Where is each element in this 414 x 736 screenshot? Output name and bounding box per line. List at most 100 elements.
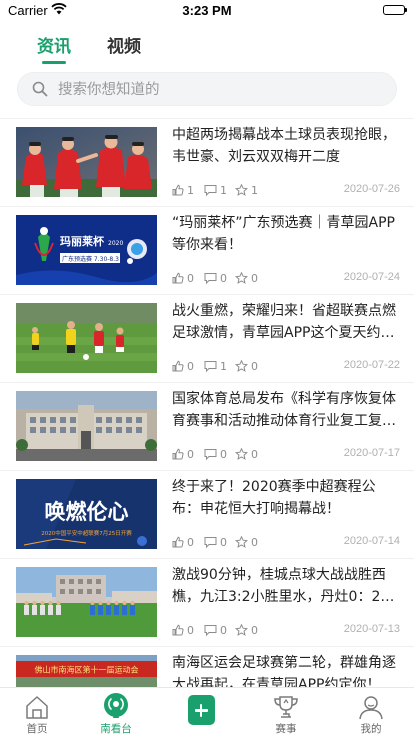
home-icon [26,696,48,719]
news-thumbnail[interactable] [16,127,157,197]
thumbs-up-icon [172,536,184,548]
news-item[interactable]: 国家体育总局发布《科学有序恢复体育赛事和活动推动体育行业复工复… 0 0 0 2… [0,383,414,471]
comment-icon [204,185,217,196]
news-date: 2020-07-26 [343,183,400,195]
comment-count[interactable]: 0 [204,535,227,549]
comment-icon [204,273,217,284]
star-icon [235,272,248,284]
nav-me[interactable]: 我的 [341,690,401,736]
favorite-count[interactable]: 0 [235,447,258,461]
news-title[interactable]: 南海区运会足球赛第二轮，群雄角逐大战再起，在青草园APP约定你！ [172,652,400,687]
comment-count[interactable]: 0 [204,623,227,637]
like-count[interactable]: 1 [172,183,194,197]
comment-icon [204,361,217,372]
star-icon [235,448,248,460]
star-icon [235,360,248,372]
tab-news[interactable]: 资讯 [37,32,71,57]
nav-home-label: 首页 [26,723,48,735]
comment-icon [204,625,217,636]
favorite-count[interactable]: 0 [235,535,258,549]
news-title[interactable]: “玛丽莱杯”广东预选赛｜青草园APP等你来看！ [172,212,400,256]
comment-count[interactable]: 0 [204,271,227,285]
favorite-count[interactable]: 0 [235,359,258,373]
favorite-count[interactable]: 0 [235,271,258,285]
news-thumbnail[interactable]: 佛山市南海区第十一届运动会 [16,655,157,687]
news-item[interactable]: 玛丽莱杯 2020 广东预选赛 7.30-8.3 “玛丽莱杯”广东预选赛｜青草园… [0,207,414,295]
like-count[interactable]: 0 [172,535,194,549]
star-icon [235,624,248,636]
search-bar[interactable] [17,72,397,107]
add-icon[interactable] [187,695,215,725]
search-input[interactable] [56,73,380,107]
thumbs-up-icon [172,624,184,636]
news-thumbnail[interactable]: 唤燃伦心 2020中国平安中超联赛7月25日开赛 [16,479,157,549]
news-meta: 0 0 0 2020-07-13 [172,623,400,637]
clock: 3:23 PM [182,3,232,18]
favorite-count[interactable]: 0 [235,623,258,637]
news-title[interactable]: 激战90分钟，桂城点球大战战胜西樵，九江3:2小胜里水，丹灶0：2… [172,564,400,608]
nav-add[interactable] [171,690,231,725]
favorite-count[interactable]: 1 [235,183,258,197]
news-meta: 0 0 0 2020-07-24 [172,271,400,285]
trophy-icon [274,696,298,718]
poster-brand-text: 玛丽莱杯 [60,234,105,248]
comment-count[interactable]: 0 [204,447,227,461]
bottom-tab-bar: 首页 南看台 赛事 我的 [0,687,414,736]
star-icon [235,184,248,196]
comment-count[interactable]: 1 [204,183,227,197]
like-count[interactable]: 0 [172,447,194,461]
thumbs-up-icon [172,272,184,284]
news-item[interactable]: 激战90分钟，桂城点球大战战胜西樵，九江3:2小胜里水，丹灶0：2… 0 0 0… [0,559,414,647]
comment-icon [204,537,217,548]
news-list: 中超两场揭幕战本土球员表现抢眼，韦世豪、刘云双双梅开二度 1 1 1 2020-… [0,119,414,687]
news-item[interactable]: 唤燃伦心 2020中国平安中超联赛7月25日开赛 终于来了！2020赛季中超赛程… [0,471,414,559]
news-date: 2020-07-22 [343,359,400,371]
status-bar: Carrier 3:23 PM [0,0,414,22]
nav-matches[interactable]: 赛事 [256,690,316,736]
nav-live-label: 南看台 [100,723,132,735]
banner-text: 佛山市南海区第十一届运动会 [35,665,139,675]
news-item[interactable]: 佛山市南海区第十一届运动会 南海区运会足球赛第二轮，群雄角逐大战再起，在青草园A… [0,647,414,687]
nav-matches-label: 赛事 [275,723,297,735]
news-thumbnail[interactable] [16,303,157,373]
like-count[interactable]: 0 [172,359,194,373]
news-title[interactable]: 国家体育总局发布《科学有序恢复体育赛事和活动推动体育行业复工复… [172,388,400,432]
news-meta: 1 1 1 2020-07-26 [172,183,400,197]
news-date: 2020-07-13 [343,623,400,635]
news-item[interactable]: 战火重燃，荣耀归来！省超联赛点燃足球激情，青草园APP这个夏天约… 0 1 0 … [0,295,414,383]
user-icon [359,696,383,720]
news-meta: 0 0 0 2020-07-14 [172,535,400,549]
thumbs-up-icon [172,448,184,460]
like-count[interactable]: 0 [172,623,194,637]
top-tabs: 资讯 视频 [0,28,414,68]
search-icon [32,81,48,101]
live-broadcast-icon [104,693,128,718]
news-item[interactable]: 中超两场揭幕战本土球员表现抢眼，韦世豪、刘云双双梅开二度 1 1 1 2020-… [0,119,414,207]
thumbs-up-icon [172,360,184,372]
poster-year-text: 2020 [108,240,123,247]
poster-headline-text: 唤燃伦心 [45,500,129,524]
news-thumbnail[interactable] [16,391,157,461]
news-thumbnail[interactable] [16,567,157,637]
news-title[interactable]: 终于来了！2020赛季中超赛程公布：申花恒大打响揭幕战！ [172,476,400,520]
news-date: 2020-07-24 [343,271,400,283]
battery-icon [383,5,407,15]
like-count[interactable]: 0 [172,271,194,285]
news-thumbnail[interactable]: 玛丽莱杯 2020 广东预选赛 7.30-8.3 [16,215,157,285]
star-icon [235,536,248,548]
active-tab-indicator [42,61,66,64]
tab-video[interactable]: 视频 [107,32,141,57]
nav-home[interactable]: 首页 [7,690,67,736]
news-title[interactable]: 中超两场揭幕战本土球员表现抢眼，韦世豪、刘云双双梅开二度 [172,124,400,168]
news-date: 2020-07-17 [343,447,400,459]
nav-live[interactable]: 南看台 [86,690,146,736]
comment-icon [204,449,217,460]
comment-count[interactable]: 1 [204,359,227,373]
news-title[interactable]: 战火重燃，荣耀归来！省超联赛点燃足球激情，青草园APP这个夏天约… [172,300,400,344]
poster-region-text: 广东预选赛 7.30-8.3 [62,255,119,263]
thumbs-up-icon [172,184,184,196]
news-meta: 0 0 0 2020-07-17 [172,447,400,461]
news-meta: 0 1 0 2020-07-22 [172,359,400,373]
poster-caption-text: 2020中国平安中超联赛7月25日开赛 [41,529,132,537]
nav-me-label: 我的 [360,723,382,735]
